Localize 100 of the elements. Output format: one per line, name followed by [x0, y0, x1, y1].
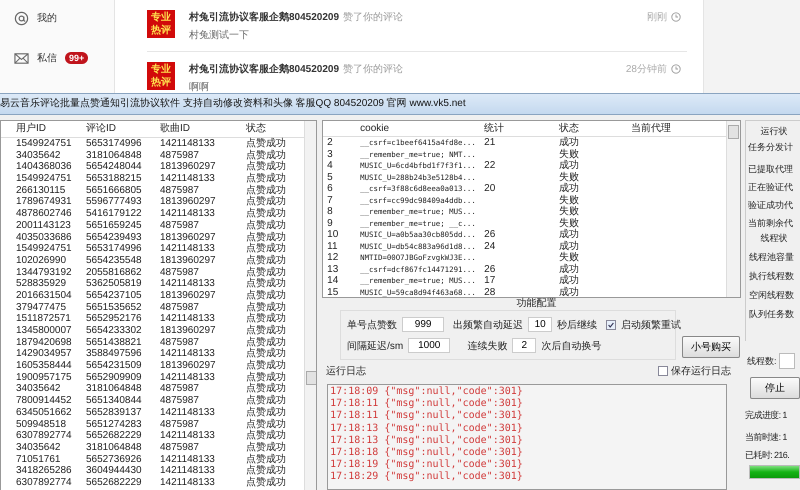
column-header[interactable]: 评论ID	[86, 121, 160, 137]
buy-button[interactable]: 小号购买	[682, 336, 740, 358]
column-header[interactable]: 用户ID	[1, 121, 86, 137]
table-cell-text: 528835929	[15, 278, 68, 290]
log-line: 17:18:13 {"msg":null,"code":301}	[330, 434, 524, 447]
elapsed-label: 已耗时: 216.	[745, 449, 790, 461]
input-field[interactable]: 2	[512, 338, 536, 353]
table-cell-text: 7800914452	[15, 395, 73, 407]
log-line: 17:18:09 {"msg":null,"code":301}	[330, 386, 524, 398]
table-cell-text: 点赞成功	[246, 266, 287, 278]
row-number: 10	[326, 229, 340, 240]
clock-icon	[671, 12, 681, 22]
table-cell-text: 点赞成功	[246, 313, 287, 324]
user-name[interactable]: 村兔引流协议客服企鹅804520209	[189, 10, 340, 24]
field-label: 次后自动换号	[541, 340, 602, 352]
table-cell-text: 1511872571	[15, 313, 72, 325]
table-cell-text: 点赞成功	[246, 254, 287, 266]
row-number: 14	[326, 275, 340, 286]
row-number: 8	[326, 206, 334, 218]
table-cell-text: 34035642	[15, 442, 62, 454]
input-field[interactable]: 999	[402, 317, 444, 332]
table-cell-text: 1421148133	[160, 313, 216, 325]
table-cell-text: 24	[484, 240, 496, 252]
progress-label: 完成进度: 1	[745, 409, 788, 421]
table-cell-text: 5651659245	[86, 220, 143, 232]
table-cell-text: 5652682229	[86, 476, 143, 489]
table-cell-text: 点赞成功	[246, 454, 287, 465]
hot-comment-badge: 专业热评	[147, 10, 175, 38]
checkbox[interactable]	[658, 366, 668, 376]
table-cell-text: 1404368036	[15, 161, 73, 174]
table-cell-text: 失败	[559, 194, 580, 206]
at-icon	[14, 10, 29, 26]
table-cell-text: 点赞成功	[246, 360, 287, 372]
table-cell-text: 4875987	[160, 220, 200, 232]
column-header[interactable]: 当前代理	[631, 121, 722, 136]
row-number: 13	[326, 264, 340, 275]
column-header[interactable]: 歌曲ID	[160, 121, 246, 137]
table-cell-text: 点赞成功	[246, 476, 287, 489]
column-header[interactable]: 状态	[246, 121, 304, 137]
input-field[interactable]	[778, 353, 795, 369]
table-cell-text: 1813960297	[160, 232, 217, 244]
table-cell-text: 成功	[559, 240, 580, 252]
table-cell-text: 1421148133	[160, 465, 216, 477]
table-cell-text: 1421148133	[160, 476, 216, 489]
row-number: 4	[326, 160, 334, 172]
table-cell-text: 点赞成功	[246, 184, 287, 196]
table-cell-text: 4875987	[160, 418, 200, 430]
table-cell-text: 28	[484, 286, 496, 297]
table-cell-text: 266130115	[15, 184, 66, 196]
table-cell-text: 1421148133	[160, 454, 216, 466]
table-cell-text: 成功	[559, 264, 580, 274]
table-cell-text: 5651535652	[86, 302, 143, 314]
table-cell-text: 点赞成功	[246, 173, 287, 184]
table-cell-text: 失败	[559, 148, 580, 160]
table-cell-text: 失败	[559, 252, 580, 264]
table-cell-text: 1900957175	[15, 372, 73, 384]
user-name[interactable]: 村兔引流协议客服企鹅804520209	[189, 62, 340, 76]
section-title: 运行日志	[326, 364, 366, 378]
window-title: 易云音乐评论批量点赞通知引流协议软件 支持自动修改资料和头像 客服QQ 804520209 官网 www.vk5.net	[0, 93, 800, 115]
table-cell-text: 5651438821	[86, 336, 143, 348]
action-text: 赞了你的评论	[343, 11, 404, 24]
table-cell-text: 509948518	[15, 418, 68, 430]
column-header[interactable]: cookie	[360, 121, 484, 136]
scrollbar[interactable]	[726, 121, 740, 297]
table-cell-text: 5654239493	[86, 232, 143, 244]
table-cell-text: 4875987	[160, 150, 200, 162]
column-header[interactable]: 统计	[484, 121, 560, 136]
row-number: 3	[326, 148, 334, 160]
time-text: 28分钟前	[626, 62, 667, 76]
table-cell-text: 点赞成功	[246, 290, 287, 302]
table-cell-text: 点赞成功	[246, 220, 287, 232]
input-field[interactable]: 10	[528, 317, 552, 332]
table-cell-text: 点赞成功	[246, 278, 287, 290]
sidebar-link[interactable]: 私信	[37, 51, 57, 65]
table-cell-text: 点赞成功	[246, 395, 287, 406]
column-header[interactable]: 状态	[559, 121, 632, 136]
table-cell-text: 1549924751	[15, 243, 73, 255]
table-cell-text: 4878602746	[15, 208, 73, 220]
sidebar-link[interactable]: 我的	[37, 11, 57, 25]
table-cell-text: 成功	[559, 275, 580, 286]
table-cell-text: 379477475	[15, 302, 68, 314]
time-text: 刚刚	[647, 11, 667, 24]
table-cell-text: 成功	[559, 160, 580, 172]
table-cell-text: 4875987	[160, 383, 200, 396]
stop-button[interactable]: 停止	[750, 377, 800, 399]
row-number: 7	[326, 194, 334, 206]
input-field[interactable]: 1000	[408, 338, 450, 353]
table-cell-text: 6345051662	[15, 406, 73, 418]
table-cell-text: 点赞成功	[246, 383, 287, 394]
table-cell-text: 1421148133	[160, 348, 216, 360]
table-cell-text: 6307892774	[15, 430, 73, 442]
row-number: 12	[326, 252, 340, 264]
scrollbar[interactable]	[304, 121, 316, 490]
table-cell-text: 5653188215	[86, 173, 143, 185]
row-number: 5	[326, 172, 334, 183]
table-cell-text: 点赞成功	[246, 325, 287, 336]
table-cell-text: 4035033686	[15, 232, 73, 244]
table-cell-text: 71051761	[15, 454, 62, 466]
checkbox[interactable]	[606, 320, 616, 330]
table-cell-text: 1813960297	[160, 360, 217, 372]
